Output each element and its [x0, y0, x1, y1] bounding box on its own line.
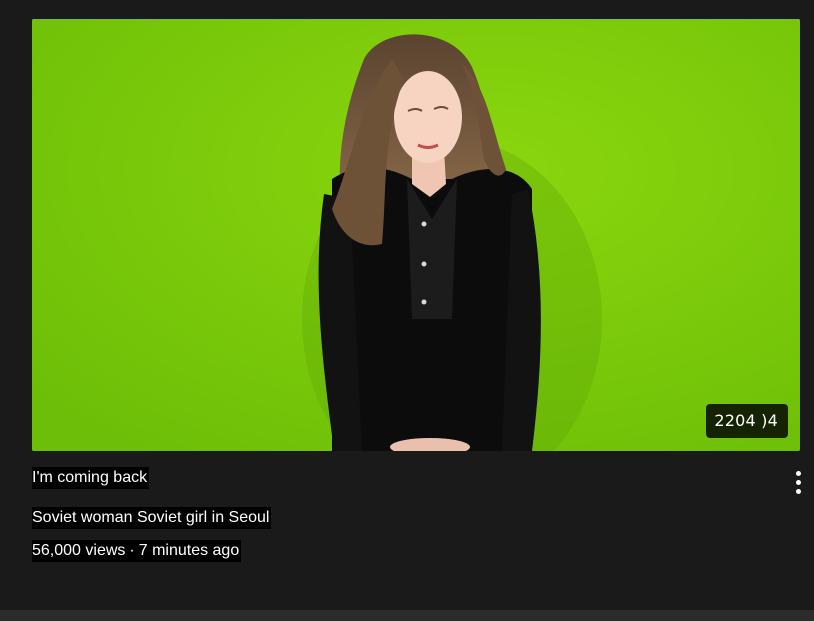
video-title[interactable]: I'm coming back	[32, 467, 150, 489]
menu-dot	[796, 489, 801, 494]
channel-name[interactable]: Soviet woman Soviet girl in Seoul	[32, 507, 272, 529]
video-card[interactable]: 2204 )4 I'm coming back Soviet woman Sov…	[32, 19, 801, 571]
metadata-separator: ·	[129, 542, 135, 559]
video-metadata: 56,000 views · 7 minutes ago	[32, 540, 242, 562]
menu-dot	[796, 471, 801, 476]
menu-dot	[796, 480, 801, 485]
video-thumbnail[interactable]: 2204 )4	[32, 19, 800, 451]
bottom-divider	[0, 610, 814, 621]
video-details: I'm coming back Soviet woman Soviet girl…	[32, 451, 801, 571]
duration-badge: 2204 )4	[706, 404, 788, 438]
view-count: 56,000 views	[32, 542, 126, 559]
page: 2204 )4 I'm coming back Soviet woman Sov…	[0, 0, 814, 621]
upload-age: 7 minutes ago	[138, 542, 240, 559]
thumbnail-image-icon	[32, 19, 800, 451]
more-options-button[interactable]	[784, 463, 812, 503]
